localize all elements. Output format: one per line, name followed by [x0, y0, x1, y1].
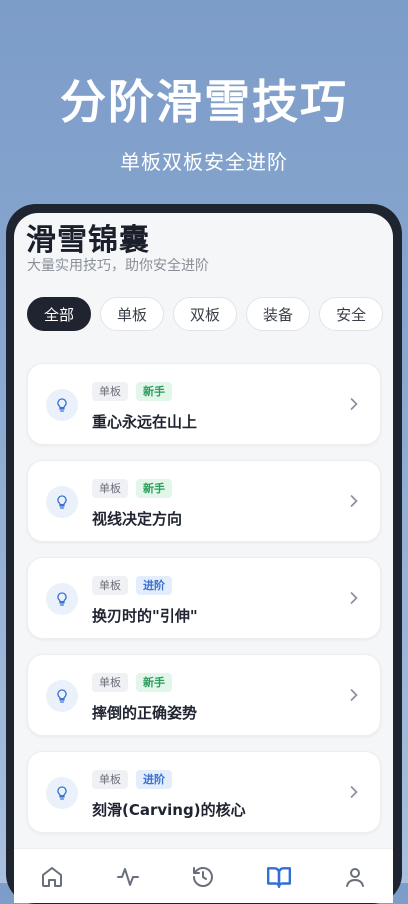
user-icon — [346, 867, 365, 887]
tab-home[interactable] — [37, 862, 67, 892]
tip-card[interactable]: 单板 进阶 换刃时的"引伸" — [27, 557, 381, 639]
tip-card[interactable]: 单板 进阶 刻滑(Carving)的核心 — [27, 751, 381, 833]
level-badge: 新手 — [136, 673, 172, 692]
filter-chips: 全部 单板 双板 装备 安全 — [27, 297, 384, 331]
tip-list: 单板 新手 重心永远在山上 单板 新手 视线决定方向 单板 进阶 换刃时的"引伸… — [27, 363, 381, 848]
book-icon — [267, 866, 292, 888]
lightbulb-icon — [46, 583, 78, 615]
hero-subtitle: 单板双板安全进阶 — [120, 150, 288, 174]
chevron-right-icon — [350, 689, 358, 701]
chevron-right-icon — [350, 398, 358, 410]
lightbulb-icon — [46, 486, 78, 518]
tip-title: 重心永远在山上 — [92, 413, 198, 431]
tip-title: 换刃时的"引伸" — [92, 607, 198, 625]
category-badge: 单板 — [92, 770, 128, 789]
tip-title: 视线决定方向 — [92, 510, 183, 528]
level-badge: 新手 — [136, 479, 172, 498]
bottom-tab-bar — [14, 848, 393, 903]
level-badge: 进阶 — [136, 770, 172, 789]
history-icon — [193, 866, 214, 887]
home-icon — [41, 866, 62, 887]
filter-chip-gear[interactable]: 装备 — [246, 297, 311, 331]
category-badge: 单板 — [92, 576, 128, 595]
level-badge: 新手 — [136, 382, 172, 401]
filter-chip-ski[interactable]: 双板 — [173, 297, 238, 331]
tip-card[interactable]: 单板 新手 视线决定方向 — [27, 460, 381, 542]
lightbulb-icon — [46, 389, 78, 421]
category-badge: 单板 — [92, 479, 128, 498]
chevron-right-icon — [350, 495, 358, 507]
chevron-right-icon — [350, 592, 358, 604]
lightbulb-icon — [46, 680, 78, 712]
tab-profile[interactable] — [340, 862, 370, 892]
tab-history[interactable] — [188, 862, 218, 892]
lightbulb-icon — [46, 777, 78, 809]
tip-title: 刻滑(Carving)的核心 — [92, 801, 246, 819]
tab-activity[interactable] — [113, 862, 143, 892]
filter-chip-safety[interactable]: 安全 — [319, 297, 384, 331]
activity-icon — [116, 867, 139, 886]
category-badge: 单板 — [92, 382, 128, 401]
chevron-right-icon — [350, 786, 358, 798]
tip-title: 摔倒的正确姿势 — [92, 704, 198, 722]
page-title: 滑雪锦囊 — [26, 223, 150, 258]
level-badge: 进阶 — [136, 576, 172, 595]
filter-chip-all[interactable]: 全部 — [27, 297, 92, 331]
page-subtitle: 大量实用技巧，助你安全进阶 — [27, 258, 209, 274]
tip-card[interactable]: 单板 新手 重心永远在山上 — [27, 363, 381, 445]
category-badge: 单板 — [92, 673, 128, 692]
hero-title: 分阶滑雪技巧 — [60, 75, 348, 129]
filter-chip-snowboard[interactable]: 单板 — [100, 297, 165, 331]
app-screen: 滑雪锦囊 大量实用技巧，助你安全进阶 全部 单板 双板 装备 安全 单板 新手 … — [14, 213, 393, 903]
tab-tips[interactable] — [264, 862, 294, 892]
tip-card[interactable]: 单板 新手 摔倒的正确姿势 — [27, 654, 381, 736]
